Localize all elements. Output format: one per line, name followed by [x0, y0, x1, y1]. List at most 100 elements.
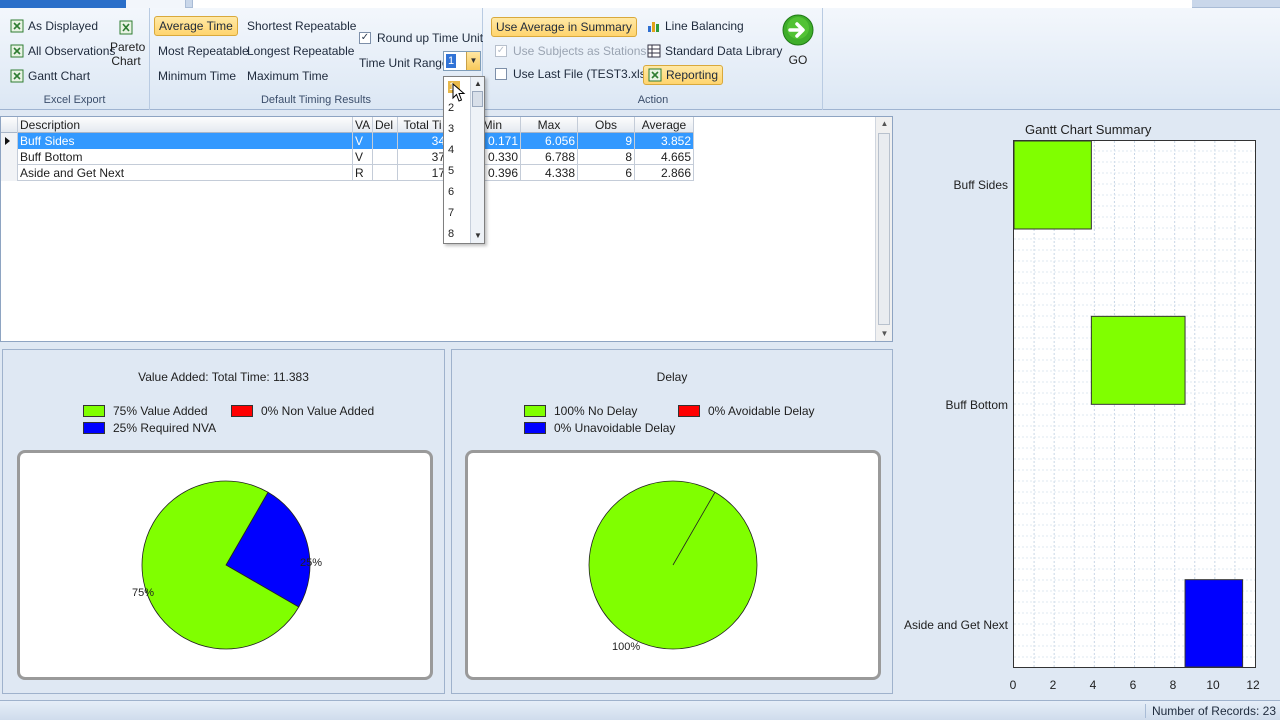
- cell-va[interactable]: R: [353, 165, 373, 181]
- mouse-cursor-icon: [452, 83, 466, 102]
- cell-total[interactable]: 37: [398, 149, 448, 165]
- legend-label: 100% No Delay: [554, 404, 638, 418]
- action-group-label: Action: [637, 94, 669, 106]
- dropdown-option-3[interactable]: 3: [448, 123, 468, 135]
- gantt-row-label: Buff Bottom: [945, 398, 1008, 412]
- dropdown-option-6[interactable]: 6: [448, 186, 468, 198]
- scroll-up-icon[interactable]: ▲: [471, 77, 485, 91]
- cell-description[interactable]: Buff Sides: [18, 133, 353, 149]
- legend-label: 0% Non Value Added: [261, 404, 375, 418]
- use-average-button[interactable]: Use Average in Summary: [491, 17, 637, 37]
- cell-max[interactable]: 4.338: [521, 165, 578, 181]
- line-balancing-button[interactable]: Line Balancing: [647, 16, 744, 36]
- dropdown-option-4[interactable]: 4: [448, 144, 468, 156]
- pareto-label-1: Pareto: [110, 40, 146, 54]
- col-obs[interactable]: Obs: [578, 117, 635, 133]
- col-max[interactable]: Max: [521, 117, 578, 133]
- checkbox-checked-icon: ✓: [495, 45, 507, 57]
- col-del[interactable]: Del: [373, 117, 398, 133]
- gantt-chart-svg: [1013, 140, 1255, 668]
- legend-no-delay: 100% No Delay: [524, 404, 637, 418]
- scroll-down-icon[interactable]: ▼: [471, 229, 485, 243]
- all-observations-label: All Observations: [28, 44, 116, 58]
- dropdown-option-7[interactable]: 7: [448, 207, 468, 219]
- cell-total[interactable]: 17: [398, 165, 448, 181]
- reporting-button[interactable]: Reporting: [643, 65, 724, 85]
- value-added-panel: Value Added: Total Time: 11.383 75% Valu…: [2, 349, 445, 694]
- secondary-tab[interactable]: [126, 0, 186, 8]
- shortest-repeatable-button[interactable]: Shortest Repeatable: [247, 16, 356, 36]
- cell-del[interactable]: [373, 133, 398, 149]
- legend-label: 25% Required NVA: [113, 421, 217, 435]
- dropdown-option-8[interactable]: 8: [448, 228, 468, 240]
- gantt-tick: 0: [1009, 678, 1017, 692]
- gantt-chart-button[interactable]: Gantt Chart: [10, 66, 90, 86]
- cell-average[interactable]: 3.852: [635, 133, 694, 149]
- cell-description[interactable]: Buff Bottom: [18, 149, 353, 165]
- current-row-icon: [5, 137, 10, 145]
- default-timing-group: Average Time Shortest Repeatable Most Re…: [150, 8, 483, 110]
- gantt-tick: 8: [1169, 678, 1177, 692]
- all-observations-button[interactable]: All Observations: [10, 41, 115, 61]
- dropdown-option-5[interactable]: 5: [448, 165, 468, 177]
- cell-del[interactable]: [373, 149, 398, 165]
- col-va[interactable]: VA: [353, 117, 373, 133]
- row-indicator: [1, 165, 18, 181]
- cell-va[interactable]: V: [353, 149, 373, 165]
- dropdown-scrollbar[interactable]: ▲ ▼: [470, 77, 484, 243]
- minimum-time-button[interactable]: Minimum Time: [158, 66, 236, 86]
- col-average[interactable]: Average: [635, 117, 694, 133]
- longest-repeatable-label: Longest Repeatable: [247, 44, 355, 58]
- chevron-down-icon[interactable]: ▼: [466, 52, 480, 70]
- average-time-button[interactable]: Average Time: [154, 16, 238, 36]
- col-description[interactable]: Description: [18, 117, 353, 133]
- dropdown-option-2[interactable]: 2: [448, 102, 468, 114]
- col-total[interactable]: Total Ti: [398, 117, 448, 133]
- go-button[interactable]: GO: [781, 14, 815, 67]
- standard-data-library-button[interactable]: Standard Data Library: [647, 41, 782, 61]
- scroll-thumb[interactable]: [878, 133, 890, 325]
- go-arrow-icon: [782, 14, 814, 46]
- record-count: Number of Records: 23: [1144, 704, 1276, 718]
- use-subjects-checkbox[interactable]: ✓ Use Subjects as Stations: [495, 41, 646, 61]
- cell-total[interactable]: 34: [398, 133, 448, 149]
- cell-del[interactable]: [373, 165, 398, 181]
- cell-obs[interactable]: 8: [578, 149, 635, 165]
- pareto-chart-button[interactable]: Pareto Chart: [110, 20, 146, 68]
- bar-chart-icon: [647, 19, 661, 33]
- top-field[interactable]: [192, 0, 1192, 8]
- maximum-time-button[interactable]: Maximum Time: [247, 66, 328, 86]
- cell-average[interactable]: 4.665: [635, 149, 694, 165]
- maximum-time-label: Maximum Time: [247, 69, 329, 83]
- scroll-up-icon[interactable]: ▲: [876, 117, 893, 131]
- cell-max[interactable]: 6.056: [521, 133, 578, 149]
- scroll-thumb[interactable]: [472, 91, 483, 107]
- table-row[interactable]: Buff Bottom V 37 0.330 6.788 8 4.665: [1, 149, 694, 165]
- cell-average[interactable]: 2.866: [635, 165, 694, 181]
- most-repeatable-button[interactable]: Most Repeatable: [158, 41, 249, 61]
- cell-obs[interactable]: 6: [578, 165, 635, 181]
- table-row[interactable]: Buff Sides V 34 0.171 6.056 9 3.852: [1, 133, 694, 149]
- as-displayed-button[interactable]: As Displayed: [10, 16, 98, 36]
- shortest-repeatable-label: Shortest Repeatable: [247, 19, 357, 33]
- minimum-time-label: Minimum Time: [158, 69, 237, 83]
- cell-va[interactable]: V: [353, 133, 373, 149]
- cell-max[interactable]: 6.788: [521, 149, 578, 165]
- grid-scrollbar[interactable]: ▲ ▼: [875, 117, 892, 341]
- value-added-title: Value Added: Total Time: 11.383: [138, 370, 309, 384]
- round-up-checkbox[interactable]: ✓ Round up Time Unit: [359, 28, 483, 48]
- cell-description[interactable]: Aside and Get Next: [18, 165, 353, 181]
- cell-obs[interactable]: 9: [578, 133, 635, 149]
- scroll-down-icon[interactable]: ▼: [876, 327, 893, 341]
- use-last-file-checkbox[interactable]: Use Last File (TEST3.xls): [495, 64, 650, 84]
- table-row[interactable]: Aside and Get Next R 17 0.396 4.338 6 2.…: [1, 165, 694, 181]
- value-added-pie-box: 75% 25%: [17, 450, 433, 680]
- active-tab[interactable]: [0, 0, 126, 8]
- longest-repeatable-button[interactable]: Longest Repeatable: [247, 41, 354, 61]
- time-unit-combo[interactable]: 1 ▼: [443, 51, 481, 71]
- header-corner: [1, 117, 18, 133]
- excel-icon: [10, 44, 24, 58]
- gantt-tick: 10: [1206, 678, 1220, 692]
- delay-title: Delay: [656, 370, 688, 384]
- use-average-label: Use Average in Summary: [496, 20, 632, 34]
